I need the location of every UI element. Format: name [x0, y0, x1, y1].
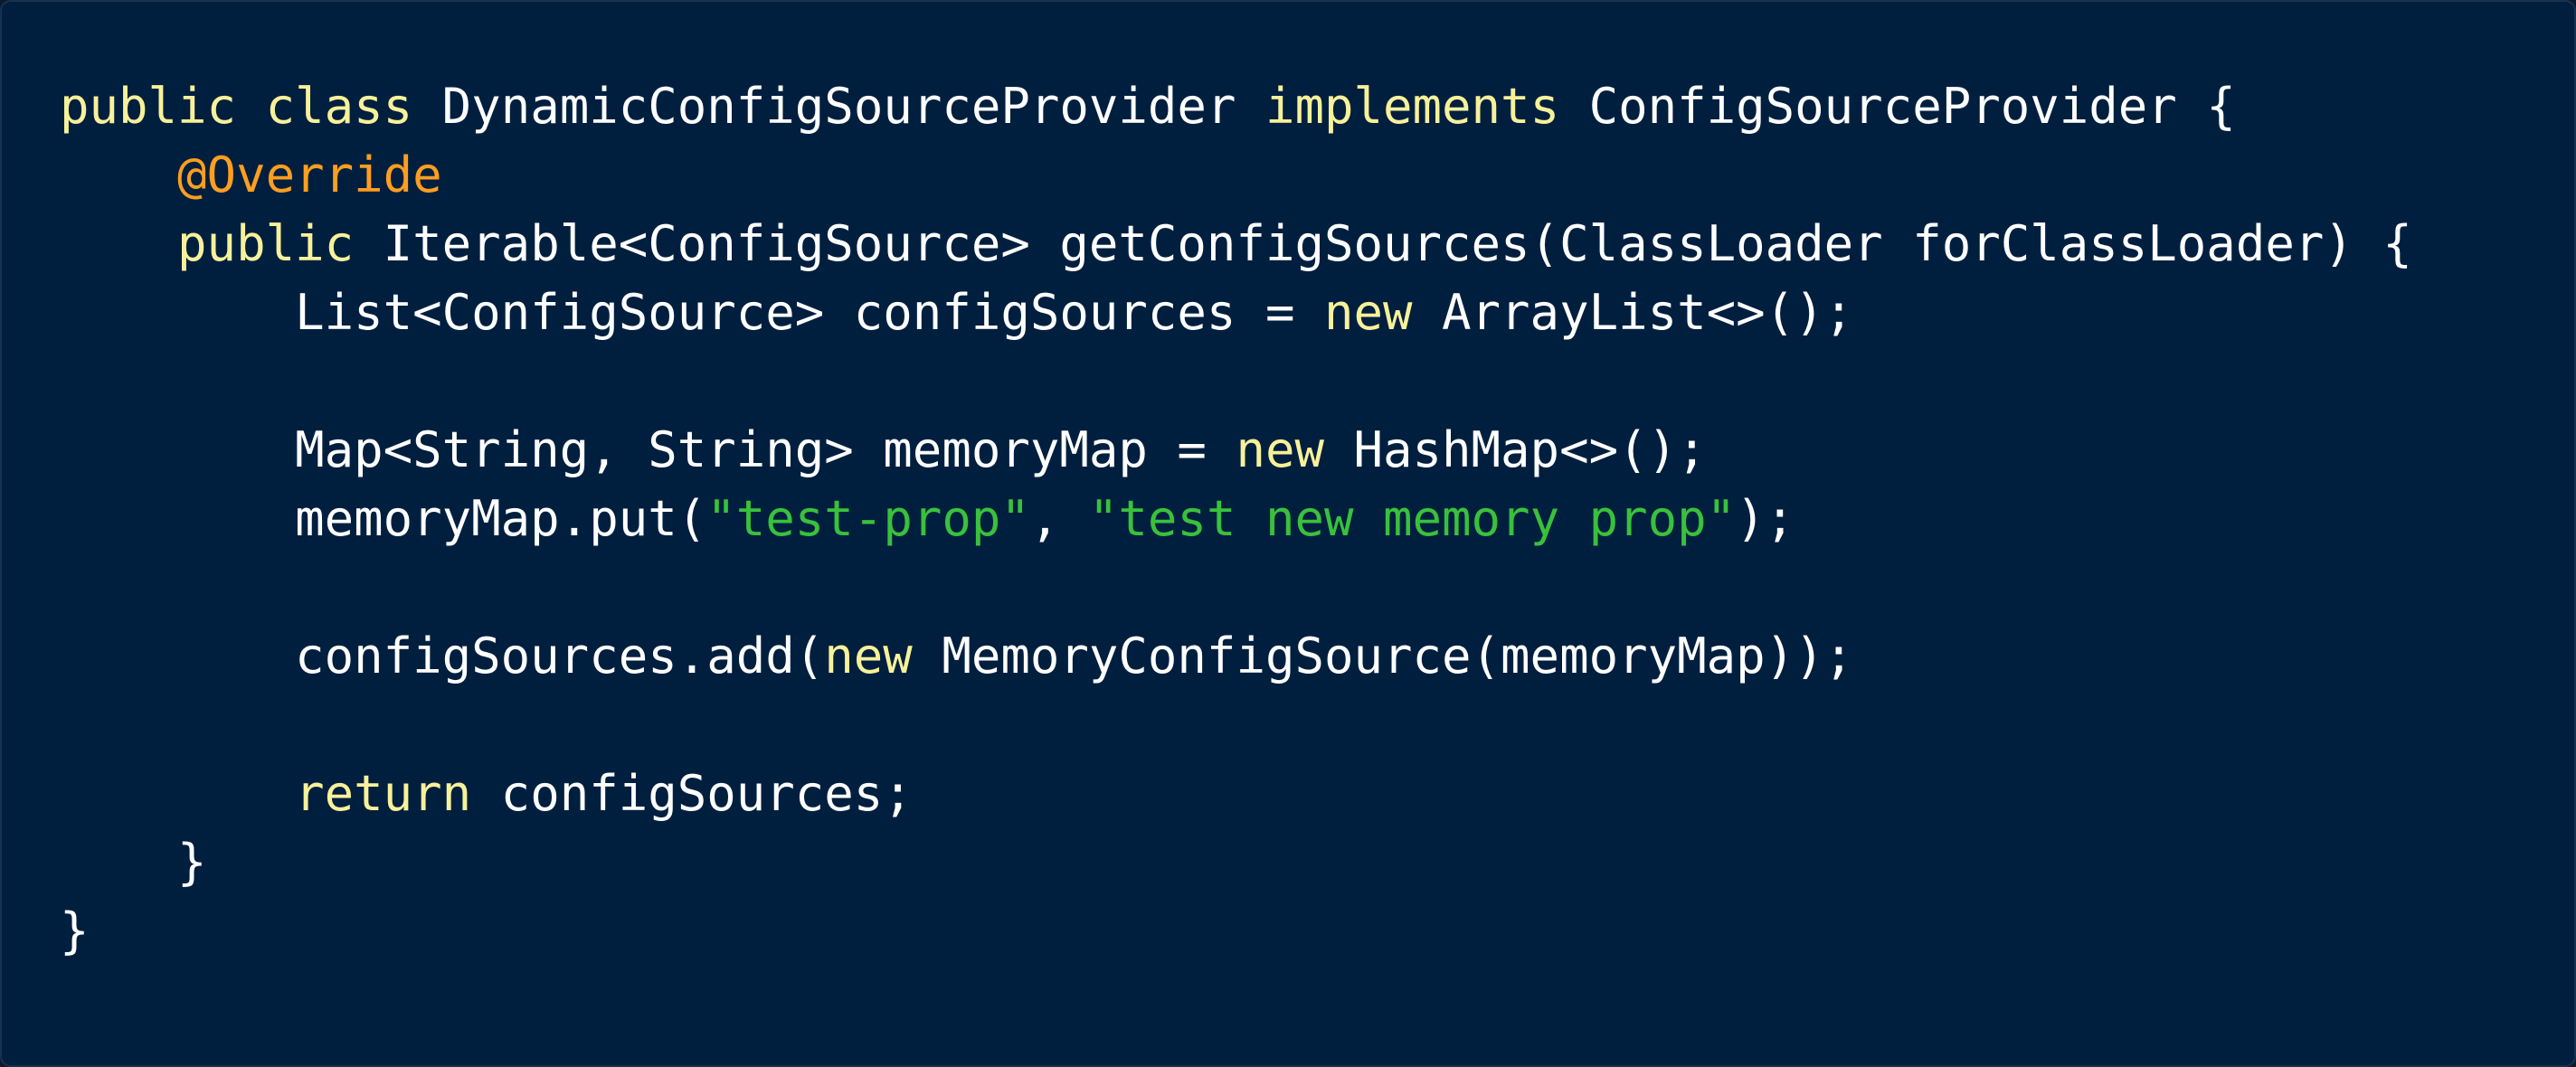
string-token: "test new memory prop"	[1088, 490, 1737, 547]
code-snippet-panel: public class DynamicConfigSourceProvider…	[0, 0, 2576, 1067]
code-token: ArrayList<>();	[1412, 284, 1854, 341]
code-line: public class DynamicConfigSourceProvider…	[60, 72, 2412, 141]
keyword-token: new	[824, 628, 913, 685]
code-token: memoryMap.put(	[60, 490, 707, 547]
code-line: memoryMap.put("test-prop", "test new mem…	[60, 485, 2412, 553]
code-token: ,	[1029, 490, 1089, 547]
code-token: Map<String, String> memoryMap =	[60, 421, 1236, 478]
code-token: Iterable<ConfigSource> getConfigSources(…	[354, 215, 2412, 272]
keyword-token: implements	[1264, 78, 1560, 135]
code-token: HashMap<>();	[1323, 421, 1707, 478]
code-token: DynamicConfigSourceProvider	[412, 78, 1265, 135]
string-token: "test-prop"	[706, 490, 1030, 547]
code-token: }	[60, 902, 90, 959]
code-token: ConfigSourceProvider {	[1559, 78, 2236, 135]
keyword-token: new	[1323, 284, 1413, 341]
code-line: Map<String, String> memoryMap = new Hash…	[60, 416, 2412, 485]
code-token: List<ConfigSource> configSources =	[60, 284, 1324, 341]
code-token: configSources;	[471, 765, 913, 822]
keyword-token: public	[177, 215, 355, 272]
code-token: MemoryConfigSource(memoryMap));	[912, 628, 1854, 685]
code-line: List<ConfigSource> configSources = new A…	[60, 279, 2412, 347]
keyword-token: new	[1236, 421, 1324, 478]
code-line: }	[60, 897, 2412, 966]
code-block: public class DynamicConfigSourceProvider…	[60, 72, 2412, 966]
code-line: configSources.add(new MemoryConfigSource…	[60, 622, 2412, 691]
annotation-token: @Override	[177, 146, 442, 203]
code-line: public Iterable<ConfigSource> getConfigS…	[60, 210, 2412, 279]
code-token: configSources.add(	[60, 628, 825, 685]
keyword-token: return	[295, 765, 472, 822]
code-token: );	[1736, 490, 1795, 547]
keyword-token: class	[265, 78, 413, 135]
code-line: @Override	[60, 141, 2412, 210]
code-line: return configSources;	[60, 760, 2412, 828]
code-line: }	[60, 828, 2412, 897]
code-token: }	[60, 834, 207, 891]
keyword-token: public	[60, 78, 237, 135]
